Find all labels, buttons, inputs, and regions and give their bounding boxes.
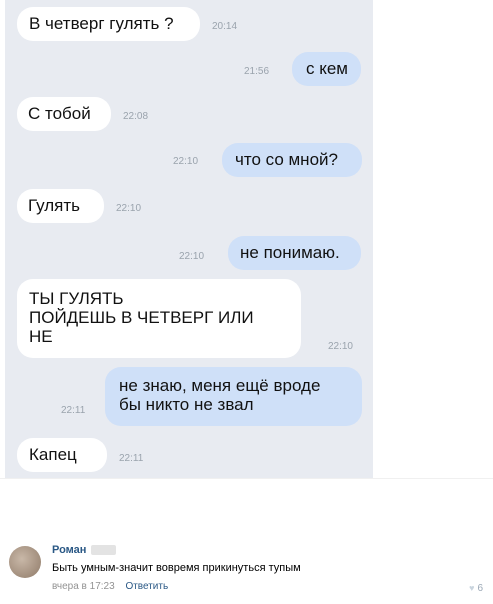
message-bubble-incoming: Капец [17,438,107,472]
message-bubble-outgoing: не знаю, меня ещё вроде бы никто не звал [105,367,362,426]
like-count: 6 [477,583,483,594]
message-text: С тобой [28,104,91,123]
message-text: что со мной? [235,150,338,169]
comment: Роман Быть умным-значит вовремя прикинут… [0,530,493,604]
heart-icon: ♥ [469,583,475,593]
message-text: Гулять [28,196,80,215]
message-line: бы никто не звал [119,395,254,414]
like-button[interactable]: ♥ 6 [469,583,483,594]
avatar[interactable] [9,546,41,578]
message-line: ТЫ ГУЛЯТЬ [29,289,124,308]
message-bubble-outgoing: не понимаю. [228,236,361,270]
message-text: Капец [29,445,77,464]
message-line: не знаю, меня ещё вроде [119,376,321,395]
author-name-redaction [91,545,116,555]
message-line: НЕ [29,327,53,346]
message-bubble-outgoing: с кем [292,52,361,86]
message-text: не понимаю. [240,243,340,262]
comment-text: Быть умным-значит вовремя прикинуться ту… [52,562,301,574]
divider [0,478,493,479]
message-time: 21:56 [244,66,270,77]
message-line: ПОЙДЕШЬ В ЧЕТВЕРГ ИЛИ [29,308,254,327]
message-bubble-incoming: Гулять [17,189,104,223]
message-text: В четверг гулять ? [29,14,174,33]
message-bubble-outgoing: что со мной? [222,143,362,177]
message-time: 22:10 [173,156,199,167]
message-time: 22:10 [116,203,142,214]
comment-meta: вчера в 17:23 Ответить [52,581,168,592]
comment-author[interactable]: Роман [52,544,86,556]
message-bubble-incoming: ТЫ ГУЛЯТЬ ПОЙДЕШЬ В ЧЕТВЕРГ ИЛИ НЕ 22:10 [17,279,353,358]
message-time: 20:14 [212,21,238,32]
message-bubble-incoming: С тобой [17,97,111,131]
message-bubble-incoming: В четверг гулять ? [17,7,200,41]
message-time: 22:11 [61,405,86,416]
message-time: 22:10 [327,341,353,352]
chat-screenshot: В четверг гулять ? 20:14 21:56 с кем С т… [5,0,373,478]
message-time: 22:11 [119,453,144,464]
reply-button[interactable]: Ответить [125,581,168,592]
message-text: с кем [306,59,348,78]
post-page: В четверг гулять ? 20:14 21:56 с кем С т… [0,0,493,604]
message-time: 22:10 [179,251,205,262]
message-time: 22:08 [123,111,149,122]
comment-timestamp[interactable]: вчера в 17:23 [52,581,115,592]
